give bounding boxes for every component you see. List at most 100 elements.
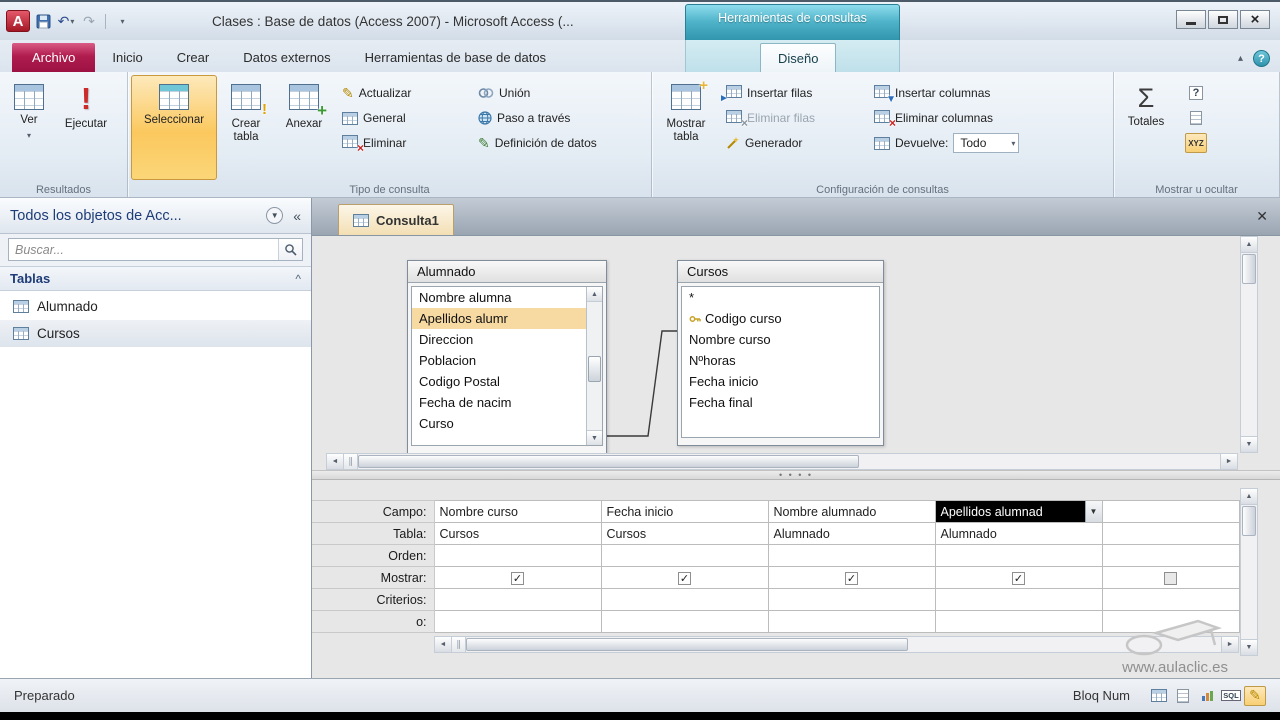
scrollbar-thumb[interactable] xyxy=(1242,254,1256,284)
grid-cell-criterios-2[interactable] xyxy=(601,589,768,611)
grid-cell-orden-4[interactable] xyxy=(935,545,1102,567)
eliminar-filas-button[interactable]: × Eliminar filas xyxy=(723,108,861,128)
grid-cell-campo-1[interactable]: Nombre curso xyxy=(434,501,601,523)
field-list-scrollbar[interactable]: ▲ ▼ xyxy=(586,287,602,445)
grid-cell-mostrar-3[interactable]: ✓ xyxy=(768,567,935,589)
grid-cell-o-4[interactable] xyxy=(935,611,1102,633)
definicion-datos-button[interactable]: ✎ Definición de datos xyxy=(475,133,643,153)
grid-cell-campo-2[interactable]: Fecha inicio xyxy=(601,501,768,523)
mostrar-checkbox[interactable]: ✓ xyxy=(1012,572,1025,585)
grid-cell-mostrar-1[interactable]: ✓ xyxy=(434,567,601,589)
nav-pane-header[interactable]: Todos los objetos de Acc... ▼ « xyxy=(0,198,311,234)
grid-cell-tabla-1[interactable]: Cursos xyxy=(434,523,601,545)
field-item[interactable]: Apellidos alumr xyxy=(412,308,586,329)
eliminar-button[interactable]: × Eliminar xyxy=(339,133,465,153)
generador-button[interactable]: Generador xyxy=(723,133,861,153)
grid-cell-tabla-3[interactable]: Alumnado xyxy=(768,523,935,545)
grid-cell-mostrar-2[interactable]: ✓ xyxy=(601,567,768,589)
tab-crear[interactable]: Crear xyxy=(160,43,227,72)
grid-cell-mostrar-5[interactable] xyxy=(1102,567,1239,589)
nav-item-cursos[interactable]: Cursos xyxy=(0,320,311,347)
ejecutar-button[interactable]: ! Ejecutar xyxy=(55,75,117,180)
search-input[interactable] xyxy=(9,239,278,260)
seleccionar-button[interactable]: Seleccionar xyxy=(131,75,217,180)
totales-button[interactable]: Σ Totales xyxy=(1117,75,1175,180)
grid-cell-tabla-5[interactable] xyxy=(1102,523,1239,545)
crear-tabla-button[interactable]: ! Crear tabla xyxy=(217,75,275,180)
maximize-button[interactable] xyxy=(1208,10,1238,29)
field-item[interactable]: Codigo Postal xyxy=(412,371,586,392)
mostrar-checkbox[interactable]: ✓ xyxy=(511,572,524,585)
grid-cell-campo-3[interactable]: Nombre alumnado xyxy=(768,501,935,523)
scroll-left-icon[interactable]: ◄ xyxy=(327,454,344,469)
field-item[interactable]: Nombre alumna xyxy=(412,287,586,308)
grid-cell-orden-1[interactable] xyxy=(434,545,601,567)
grid-cell-criterios-4[interactable] xyxy=(935,589,1102,611)
field-list-alumnado[interactable]: Alumnado Nombre alumnaApellidos alumrDir… xyxy=(407,260,607,454)
grid-cell-criterios-1[interactable] xyxy=(434,589,601,611)
tab-archivo[interactable]: Archivo xyxy=(12,43,95,72)
help-button[interactable]: ? xyxy=(1253,50,1270,67)
splitter[interactable]: • • • • xyxy=(312,470,1280,480)
field-item[interactable]: Fecha inicio xyxy=(682,371,879,392)
grid-cell-o-1[interactable] xyxy=(434,611,601,633)
scrollbar-grip[interactable]: ∥ xyxy=(344,454,358,469)
grid-cell-criterios-3[interactable] xyxy=(768,589,935,611)
nav-item-alumnado[interactable]: Alumnado xyxy=(0,293,311,320)
nav-pane-collapse-button[interactable]: « xyxy=(289,208,305,224)
field-item[interactable]: Fecha de nacim xyxy=(412,392,586,413)
eliminar-columnas-button[interactable]: × Eliminar columnas xyxy=(871,108,1097,128)
field-item[interactable]: Nombre curso xyxy=(682,329,879,350)
grid-vertical-scrollbar[interactable]: ▲ ▼ xyxy=(1240,488,1258,656)
field-item[interactable]: * xyxy=(682,287,879,308)
scroll-down-icon[interactable]: ▼ xyxy=(587,430,602,445)
pivottable-view-button[interactable] xyxy=(1172,686,1194,706)
qat-customize-button[interactable]: ▾ xyxy=(112,11,132,31)
field-item[interactable]: Codigo curso xyxy=(682,308,879,329)
scroll-down-icon[interactable]: ▼ xyxy=(1241,436,1257,452)
mostrar-tabla-button[interactable]: + Mostrar tabla xyxy=(655,75,717,180)
actualizar-button[interactable]: ✎ Actualizar xyxy=(339,83,465,103)
general-button[interactable]: General xyxy=(339,108,465,128)
redo-button[interactable]: ↷ xyxy=(79,11,99,31)
parametros-button[interactable]: ? xyxy=(1185,83,1207,103)
datasheet-view-button[interactable] xyxy=(1148,686,1170,706)
access-app-icon[interactable]: A xyxy=(6,10,30,32)
field-item[interactable]: Nºhoras xyxy=(682,350,879,371)
insertar-columnas-button[interactable]: ▼ Insertar columnas xyxy=(871,83,1097,103)
design-view-button[interactable]: ✎ xyxy=(1244,686,1266,706)
field-item[interactable]: Curso xyxy=(412,413,586,434)
paso-a-traves-button[interactable]: Paso a través xyxy=(475,108,643,128)
grid-cell-o-3[interactable] xyxy=(768,611,935,633)
field-item[interactable]: Direccion xyxy=(412,329,586,350)
scroll-up-icon[interactable]: ▲ xyxy=(1241,237,1257,253)
close-document-button[interactable]: ✕ xyxy=(1256,208,1268,225)
field-item[interactable]: Fecha final xyxy=(682,392,879,413)
nombres-tabla-button[interactable]: XYZ xyxy=(1185,133,1207,153)
scrollbar-track[interactable] xyxy=(587,302,602,430)
nav-section-tablas[interactable]: Tablas ^ xyxy=(0,266,311,291)
scrollbar-thumb[interactable] xyxy=(466,638,908,651)
grid-cell-orden-5[interactable] xyxy=(1102,545,1239,567)
grid-cell-mostrar-4[interactable]: ✓ xyxy=(935,567,1102,589)
scrollbar-thumb[interactable] xyxy=(1242,506,1256,536)
ver-button[interactable]: Ver ▾ xyxy=(3,75,55,180)
scrollbar-thumb[interactable] xyxy=(588,356,601,382)
insertar-filas-button[interactable]: ► Insertar filas xyxy=(723,83,861,103)
field-dropdown-button[interactable]: ▼ xyxy=(1085,501,1102,522)
search-button[interactable] xyxy=(278,239,302,260)
grid-cell-campo-5[interactable] xyxy=(1102,501,1239,523)
tab-diseno[interactable]: Diseño xyxy=(760,43,836,72)
field-item[interactable]: Poblacion xyxy=(412,350,586,371)
tab-datos-externos[interactable]: Datos externos xyxy=(226,43,347,72)
scroll-right-icon[interactable]: ► xyxy=(1220,454,1237,469)
tab-herramientas-bd[interactable]: Herramientas de base de datos xyxy=(348,43,563,72)
scroll-down-icon[interactable]: ▼ xyxy=(1241,639,1257,655)
tab-inicio[interactable]: Inicio xyxy=(95,43,159,72)
undo-button[interactable]: ↶▾ xyxy=(56,11,76,31)
mostrar-checkbox[interactable]: ✓ xyxy=(678,572,691,585)
anexar-button[interactable]: + Anexar xyxy=(275,75,333,180)
field-list-cursos[interactable]: Cursos *Codigo cursoNombre cursoNºhorasF… xyxy=(677,260,884,446)
devuelve-combobox[interactable]: Todo ▾ xyxy=(953,133,1019,153)
scrollbar-grip[interactable]: ∥ xyxy=(452,637,466,652)
